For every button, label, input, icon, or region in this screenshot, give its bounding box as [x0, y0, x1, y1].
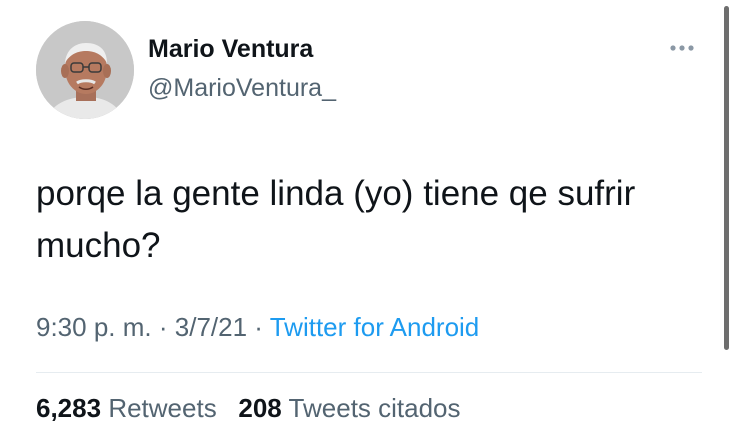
quote-tweets-stat[interactable]: 208 Tweets citados: [238, 393, 460, 423]
retweets-label: Retweets: [108, 393, 217, 423]
tweet-date: 3/7/21: [174, 312, 248, 342]
user-display-name[interactable]: Mario Ventura: [148, 35, 313, 64]
retweets-stat[interactable]: 6,283 Retweets: [36, 393, 224, 423]
quote-tweets-count: 208: [238, 393, 282, 423]
retweets-count: 6,283: [36, 393, 102, 423]
more-horizontal-icon[interactable]: [664, 36, 700, 60]
tweet-meta: 9:30 p. m. · 3/7/21 · Twitter for Androi…: [36, 312, 479, 343]
tweet-source-link[interactable]: Twitter for Android: [270, 312, 480, 342]
meta-separator: ·: [254, 312, 263, 342]
quote-tweets-label: Tweets citados: [288, 393, 461, 423]
tweet-text: porqe la gente linda (yo) tiene qe sufri…: [36, 174, 636, 265]
user-handle[interactable]: @MarioVentura_: [148, 74, 336, 103]
avatar[interactable]: [36, 21, 134, 119]
tweet-stats: 6,283 Retweets 208 Tweets citados: [36, 393, 461, 424]
avatar-photo: [36, 21, 134, 119]
tweet-card: Mario Ventura @MarioVentura_ porqe la ge…: [0, 0, 736, 446]
scrollbar[interactable]: [724, 6, 729, 350]
meta-separator: ·: [158, 312, 168, 342]
tweet-time: 9:30 p. m.: [36, 312, 152, 342]
divider: [36, 372, 702, 373]
